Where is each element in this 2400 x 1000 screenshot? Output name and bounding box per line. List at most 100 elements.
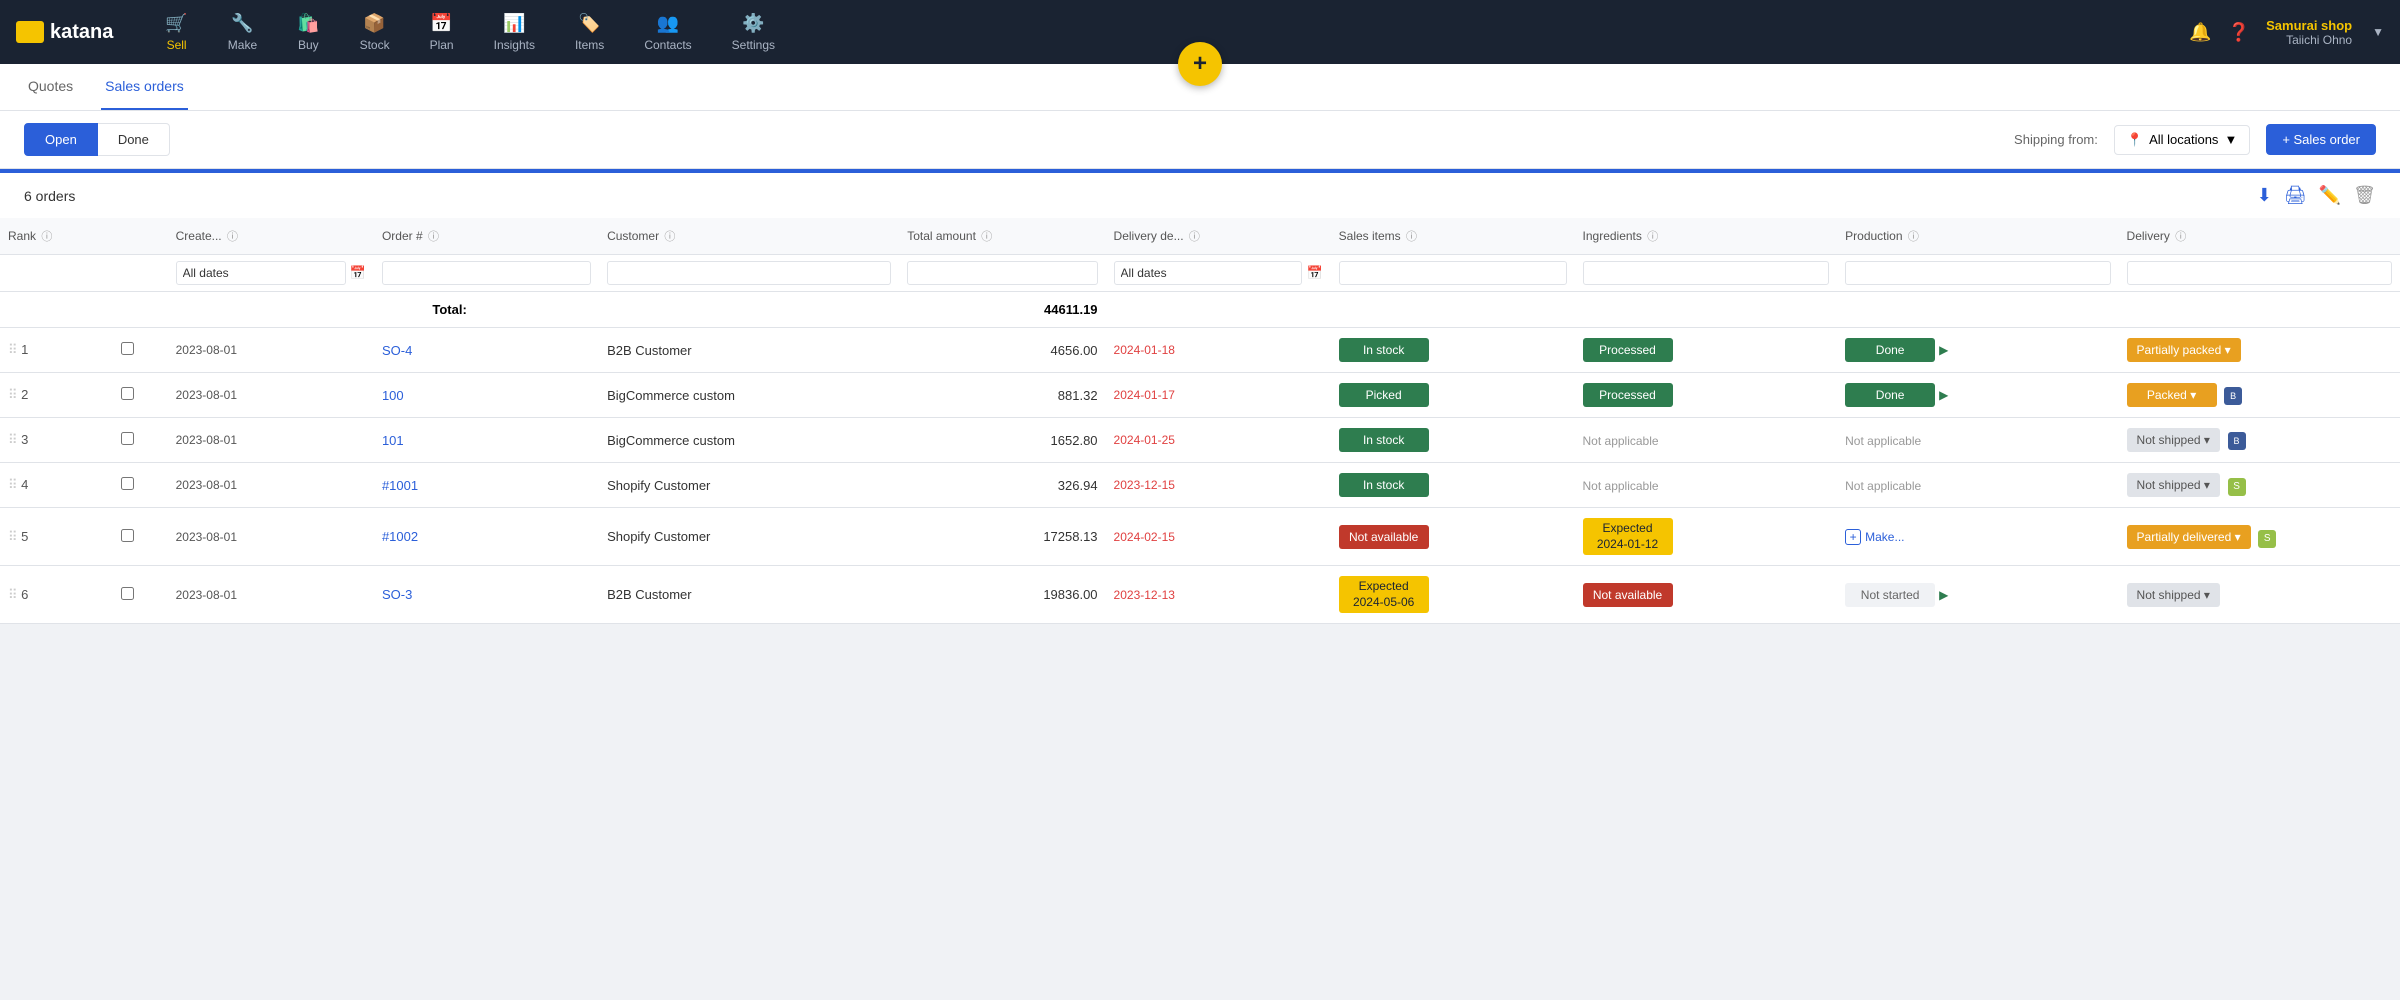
production-status: Done ▶ [1837, 373, 2118, 418]
filter-delivery-date[interactable] [1114, 261, 1303, 285]
order-link[interactable]: 101 [382, 433, 404, 448]
order-number-cell: 100 [374, 373, 599, 418]
add-sales-order-button[interactable]: + Sales order [2266, 124, 2376, 155]
col-header-order: Order # ⓘ [374, 218, 599, 255]
nav-items-label: Items [575, 38, 604, 52]
edit-icon[interactable]: ✏️ [2319, 185, 2341, 206]
row-checkbox[interactable] [121, 432, 134, 445]
amount-value: 326.94 [899, 463, 1105, 508]
rank-value: 2 [21, 387, 28, 402]
drag-handle[interactable]: ⠿ [8, 587, 18, 602]
order-link[interactable]: SO-3 [382, 587, 412, 602]
print-icon[interactable]: 🖨 [2284, 185, 2307, 206]
ingredients-label: Ingredients [1583, 229, 1642, 243]
user-menu-chevron[interactable]: ▼ [2372, 25, 2384, 39]
settings-icon: ⚙️ [742, 13, 764, 34]
nav-insights[interactable]: 📊 Insights [474, 5, 555, 60]
nav-buy[interactable]: 🛍️ Buy [277, 5, 339, 60]
delivery-date-value: 2024-01-18 [1106, 328, 1331, 373]
toolbar-right: Shipping from: 📍 All locations ▼ + Sales… [2014, 124, 2376, 155]
nav-contacts-label: Contacts [644, 38, 691, 52]
download-icon[interactable]: ⬇ [2257, 185, 2272, 206]
filter-done[interactable]: Done [98, 123, 170, 156]
shopify-icon: S [2228, 478, 2246, 496]
order-link[interactable]: 100 [382, 388, 404, 403]
rank-value: 1 [21, 342, 28, 357]
help-icon[interactable]: ❓ [2228, 22, 2250, 43]
nav-settings-label: Settings [732, 38, 775, 52]
shop-name: Samurai shop [2266, 18, 2352, 33]
nav-items[interactable]: 🏷️ Items [555, 5, 624, 60]
row-checkbox[interactable] [121, 529, 134, 542]
nav-sell[interactable]: 🛒 Sell [145, 5, 207, 60]
ingredients-status: Processed [1575, 373, 1838, 418]
amount-value: 4656.00 [899, 328, 1105, 373]
row-checkbox[interactable] [121, 387, 134, 400]
order-number-cell: 101 [374, 418, 599, 463]
row-checkbox[interactable] [121, 587, 134, 600]
filter-created-date[interactable] [176, 261, 346, 285]
created-date: 2023-08-01 [168, 508, 374, 566]
delete-icon[interactable]: 🗑 [2353, 185, 2376, 206]
notifications-icon[interactable]: 🔔 [2189, 22, 2211, 43]
drag-handle[interactable]: ⠿ [8, 477, 18, 492]
table-actions: ⬇ 🖨 ✏️ 🗑 [2257, 185, 2376, 206]
drag-handle[interactable]: ⠿ [8, 387, 18, 402]
customer-name: B2B Customer [599, 566, 899, 624]
filter-customer[interactable] [607, 261, 891, 285]
filter-amount[interactable] [907, 261, 1097, 285]
order-number-cell: SO-4 [374, 328, 599, 373]
rank-value: 5 [21, 529, 28, 544]
col-header-info [113, 218, 167, 255]
location-pin-icon: 📍 [2127, 132, 2143, 148]
delivery-info-icon: ⓘ [2175, 231, 2186, 243]
created-date: 2023-08-01 [168, 328, 374, 373]
filter-order-num[interactable] [382, 261, 591, 285]
tab-sales-orders[interactable]: Sales orders [101, 64, 188, 110]
nav-contacts[interactable]: 👥 Contacts [624, 5, 711, 60]
sales-items-info-icon: ⓘ [1406, 231, 1417, 243]
logo[interactable]: katana [16, 21, 113, 44]
nav-plan[interactable]: 📅 Plan [410, 5, 474, 60]
col-header-delivery-date: Delivery de... ⓘ [1106, 218, 1331, 255]
location-select[interactable]: 📍 All locations ▼ [2114, 125, 2250, 155]
production-status: + Make... [1837, 508, 2118, 566]
filter-production[interactable] [1845, 261, 2110, 285]
add-button[interactable]: + [1178, 42, 1222, 86]
order-link[interactable]: #1001 [382, 478, 418, 493]
delivery-calendar-icon[interactable]: 📅 [1306, 265, 1322, 281]
nav-stock-label: Stock [360, 38, 390, 52]
ingredients-status: Not applicable [1575, 418, 1838, 463]
row-checkbox[interactable] [121, 342, 134, 355]
sales-items-status: Picked [1331, 373, 1575, 418]
delivery-status: Partially delivered ▾ S [2119, 508, 2400, 566]
filter-ingredients[interactable] [1583, 261, 1830, 285]
nav-settings[interactable]: ⚙️ Settings [712, 5, 795, 60]
production-status: Not applicable [1837, 463, 2118, 508]
drag-handle[interactable]: ⠿ [8, 529, 18, 544]
user-info[interactable]: Samurai shop Taiichi Ohno [2266, 18, 2352, 47]
row-checkbox[interactable] [121, 477, 134, 490]
table-row: ⠿ 2 2023-08-01 100 BigCommerce custom 88… [0, 373, 2400, 418]
drag-handle[interactable]: ⠿ [8, 342, 18, 357]
table-row: ⠿ 1 2023-08-01 SO-4 B2B Customer 4656.00… [0, 328, 2400, 373]
nav-insights-label: Insights [494, 38, 535, 52]
order-link[interactable]: SO-4 [382, 343, 412, 358]
calendar-icon[interactable]: 📅 [350, 265, 366, 281]
filter-sales-items[interactable] [1339, 261, 1567, 285]
toolbar: Open Done Shipping from: 📍 All locations… [0, 111, 2400, 169]
delivery-status: Not shipped ▾ [2119, 566, 2400, 624]
order-link[interactable]: #1002 [382, 529, 418, 544]
drag-handle[interactable]: ⠿ [8, 432, 18, 447]
nav-stock[interactable]: 📦 Stock [340, 5, 410, 60]
tab-quotes[interactable]: Quotes [24, 64, 77, 110]
col-header-rank: Rank ⓘ [0, 218, 113, 255]
nav-make[interactable]: 🔧 Make [208, 5, 277, 60]
filter-delivery[interactable] [2127, 261, 2392, 285]
col-header-amount: Total amount ⓘ [899, 218, 1105, 255]
total-value: 44611.19 [1044, 302, 1098, 317]
make-icon: 🔧 [231, 13, 253, 34]
make-button[interactable]: + Make... [1845, 529, 2110, 545]
bigcommerce-icon: B [2224, 387, 2242, 405]
filter-open[interactable]: Open [24, 123, 98, 156]
